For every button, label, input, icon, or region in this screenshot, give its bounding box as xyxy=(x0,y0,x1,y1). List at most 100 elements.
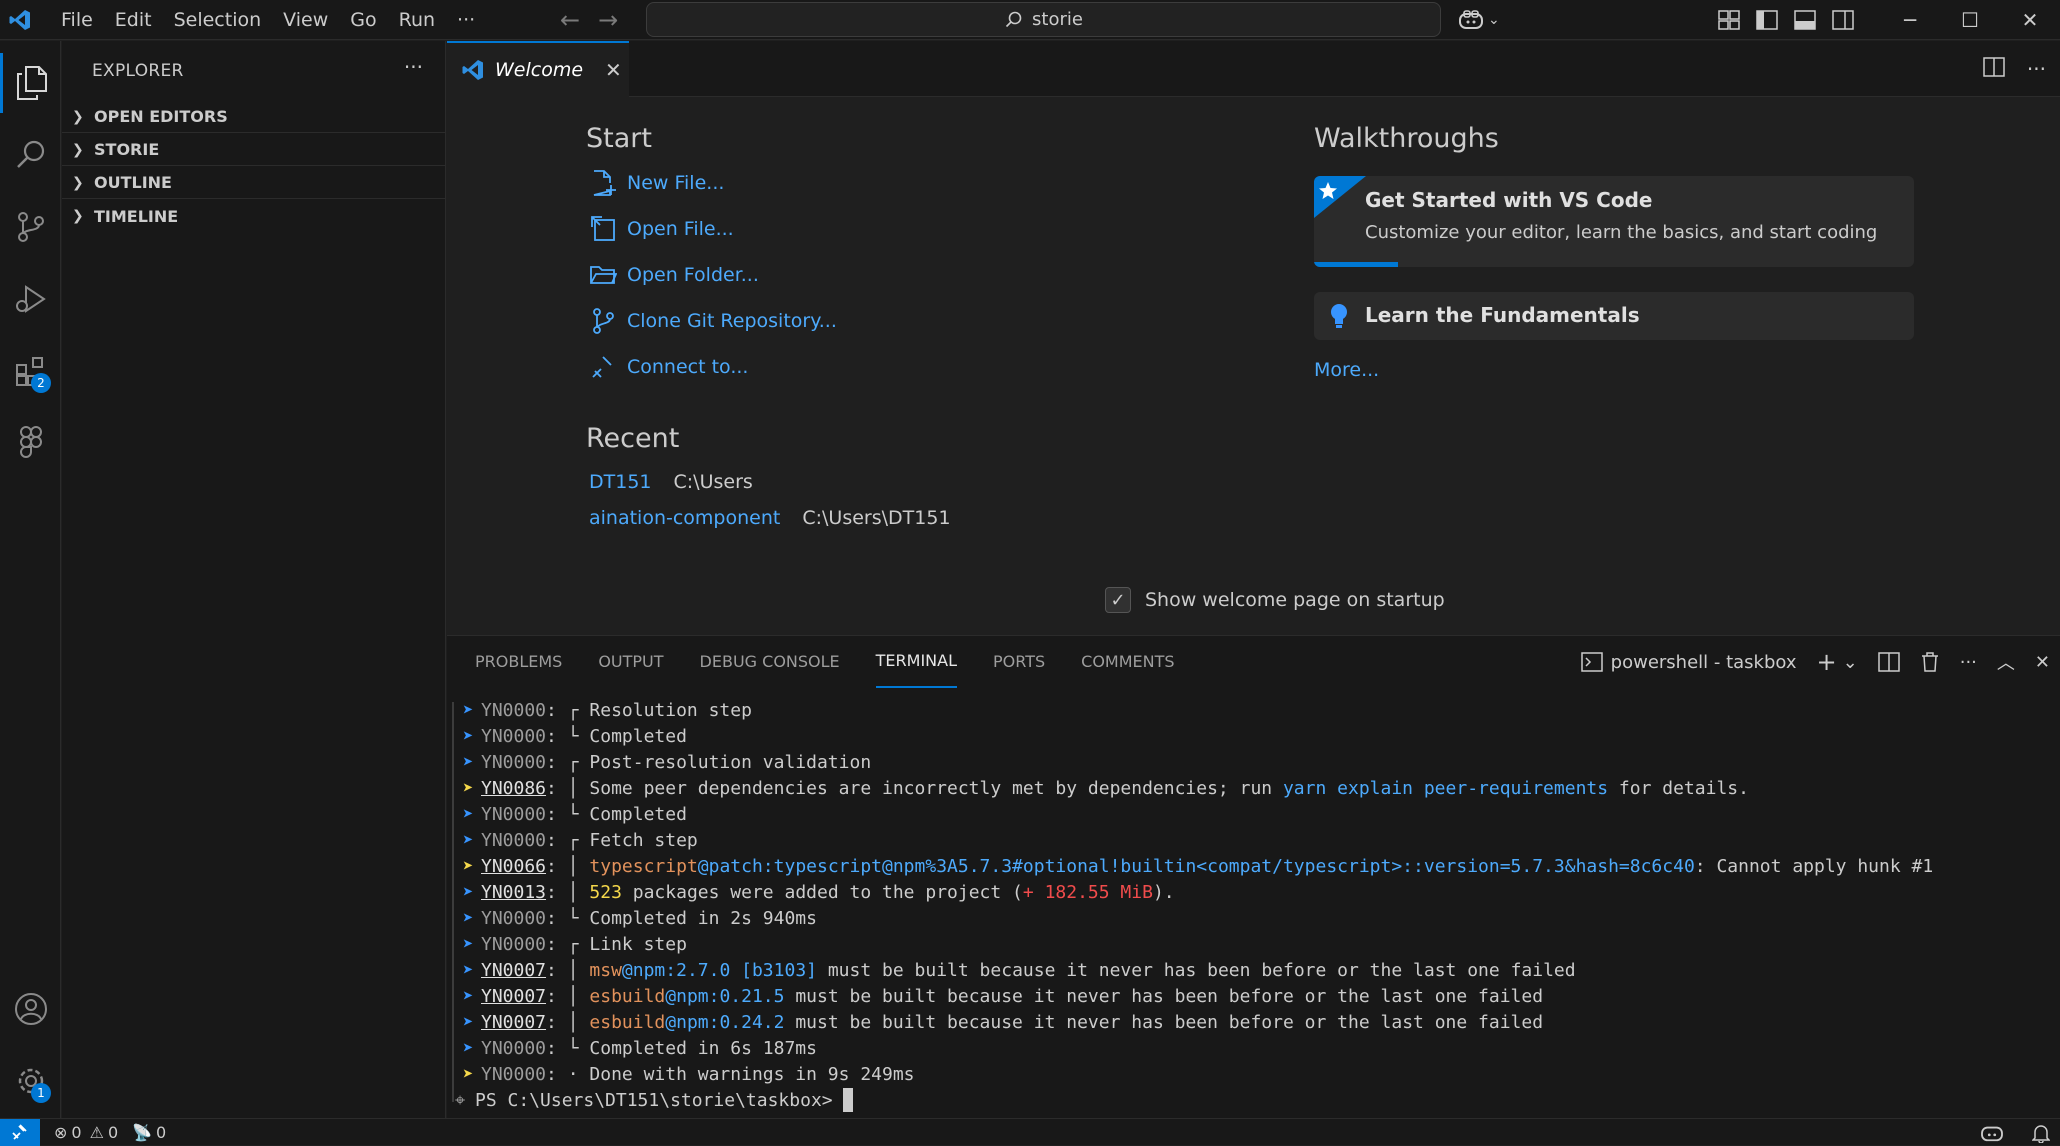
recent-name[interactable]: aination-component xyxy=(589,507,780,529)
walkthrough-fundamentals[interactable]: Learn the Fundamentals xyxy=(1314,292,1914,340)
run-debug-icon[interactable] xyxy=(0,269,61,329)
maximize-panel-icon[interactable]: ︿ xyxy=(1997,649,2015,675)
close-panel-icon[interactable]: ✕ xyxy=(2035,652,2050,673)
recent-item[interactable]: DT151 C:\Users xyxy=(589,471,753,493)
menu-go[interactable]: Go xyxy=(339,0,387,40)
toggle-panel-icon[interactable] xyxy=(1794,10,1816,30)
tab-welcome[interactable]: Welcome ✕ xyxy=(447,41,629,97)
menu-selection[interactable]: Selection xyxy=(163,0,273,40)
split-editor-icon[interactable] xyxy=(1983,57,2005,77)
back-arrow-icon[interactable]: ← xyxy=(560,6,580,34)
yarn-code[interactable]: YN0007 xyxy=(481,1010,546,1036)
command-center-search[interactable]: storie xyxy=(646,2,1441,37)
chevron-down-icon[interactable]: ⌄ xyxy=(1843,652,1858,673)
error-icon: ⊗ xyxy=(54,1122,68,1142)
broadcast-icon: 📡 xyxy=(132,1122,153,1142)
startup-label: Show welcome page on startup xyxy=(1145,589,1445,611)
section-open-editors[interactable]: ❯ OPEN EDITORS xyxy=(62,101,446,133)
connect-to-link[interactable]: Connect to... xyxy=(589,353,748,381)
remote-indicator[interactable] xyxy=(0,1118,40,1146)
walkthrough-get-started[interactable]: Get Started with VS Code Customize your … xyxy=(1314,176,1914,267)
toggle-primary-sidebar-icon[interactable] xyxy=(1756,10,1778,30)
nav-arrows: ← → xyxy=(560,0,618,40)
terminal-text: @npm:0.21.5 xyxy=(665,986,785,1007)
clone-git-link[interactable]: Clone Git Repository... xyxy=(589,307,837,335)
tab-ports[interactable]: PORTS xyxy=(993,636,1045,688)
terminal-prompt-line[interactable]: ⌖ PS C:\Users\DT151\storie\taskbox> xyxy=(455,1088,2055,1114)
prompt-arrow-icon: ➤ xyxy=(462,1064,474,1085)
more-walkthroughs-link[interactable]: More... xyxy=(1314,359,1379,381)
trash-icon[interactable] xyxy=(1920,651,1940,673)
yarn-code[interactable]: YN0066 xyxy=(481,854,546,880)
search-icon[interactable] xyxy=(0,125,61,185)
menu-file[interactable]: File xyxy=(50,0,104,40)
walkthrough-description: Customize your editor, learn the basics,… xyxy=(1365,222,1878,243)
close-window-icon[interactable]: ✕ xyxy=(2000,8,2060,32)
section-timeline[interactable]: ❯ TIMELINE xyxy=(62,200,446,232)
vscode-logo-icon xyxy=(4,0,36,40)
yarn-code[interactable]: YN0013 xyxy=(481,880,546,906)
copilot-icon[interactable] xyxy=(1980,1123,2004,1143)
new-file-icon xyxy=(593,170,616,196)
terminal-output[interactable]: ➤ YN0000: ┌ Resolution step ➤ YN0000: └ Com… xyxy=(455,698,2055,1118)
new-terminal-icon[interactable]: + xyxy=(1817,648,1837,676)
accounts-icon[interactable] xyxy=(0,979,61,1039)
tab-comments[interactable]: COMMENTS xyxy=(1081,636,1174,688)
manage-gear-icon[interactable]: 1 xyxy=(0,1051,61,1111)
more-actions-icon[interactable]: ··· xyxy=(1960,652,1977,673)
forward-arrow-icon[interactable]: → xyxy=(598,6,618,34)
menu-more[interactable]: ··· xyxy=(446,0,486,40)
source-control-icon[interactable] xyxy=(0,197,61,257)
terminal-icon xyxy=(1580,652,1603,672)
tab-output[interactable]: OUTPUT xyxy=(598,636,663,688)
menu-run[interactable]: Run xyxy=(388,0,446,40)
prompt-arrow-icon: ➤ xyxy=(462,804,474,825)
manage-badge: 1 xyxy=(31,1083,51,1103)
command-center-text: storie xyxy=(1032,9,1083,30)
extensions-icon[interactable]: 2 xyxy=(0,341,61,401)
split-terminal-icon[interactable] xyxy=(1877,652,1900,672)
open-folder-link[interactable]: Open Folder... xyxy=(589,261,759,289)
startup-checkbox[interactable]: ✓ xyxy=(1105,587,1131,613)
more-actions-icon[interactable]: ··· xyxy=(404,55,423,79)
toggle-secondary-sidebar-icon[interactable] xyxy=(1832,10,1854,30)
recent-name[interactable]: DT151 xyxy=(589,471,652,493)
more-actions-icon[interactable]: ··· xyxy=(2027,57,2046,81)
recent-item[interactable]: aination-component C:\Users\DT151 xyxy=(589,507,951,529)
maximize-icon[interactable]: ☐ xyxy=(1940,8,2000,32)
section-storie[interactable]: ❯ STORIE xyxy=(62,134,446,166)
terminal-text: for details. xyxy=(1608,778,1749,799)
bell-icon[interactable] xyxy=(2032,1123,2050,1143)
tab-debug-console[interactable]: DEBUG CONSOLE xyxy=(700,636,840,688)
section-outline[interactable]: ❯ OUTLINE xyxy=(62,167,446,199)
open-file-link[interactable]: Open File... xyxy=(589,215,734,243)
separator: : xyxy=(546,1038,568,1059)
tab-problems[interactable]: PROBLEMS xyxy=(475,636,562,688)
show-welcome-toggle[interactable]: ✓ Show welcome page on startup xyxy=(1105,587,1445,613)
prompt-arrow-icon: ➤ xyxy=(462,882,474,903)
terminal-line: ➤ YN0007: │ esbuild @npm:0.24.2 must be bu… xyxy=(455,1010,2055,1036)
recent-path: C:\Users xyxy=(673,471,753,493)
terminal-selector[interactable]: powershell - taskbox xyxy=(1580,652,1797,673)
yarn-code[interactable]: YN0086 xyxy=(481,776,546,802)
minimize-icon[interactable]: ─ xyxy=(1880,8,1940,32)
ports-indicator[interactable]: 📡 0 xyxy=(132,1123,166,1142)
section-label: STORIE xyxy=(94,140,160,159)
menu-edit[interactable]: Edit xyxy=(104,0,163,40)
explorer-icon[interactable] xyxy=(0,53,61,113)
terminal-text: yarn explain peer-requirements xyxy=(1282,778,1609,799)
close-icon[interactable]: ✕ xyxy=(605,58,622,82)
tab-terminal[interactable]: TERMINAL xyxy=(875,636,958,688)
customize-layout-icon[interactable] xyxy=(1718,10,1740,30)
new-file-link[interactable]: New File... xyxy=(589,169,724,197)
menu-view[interactable]: View xyxy=(272,0,339,40)
yarn-code[interactable]: YN0007 xyxy=(481,984,546,1010)
terminal-line: ➤ YN0000: └ Completed in 2s 940ms xyxy=(455,906,2055,932)
separator: : xyxy=(546,1012,568,1033)
walkthroughs-heading: Walkthroughs xyxy=(1314,123,1499,154)
problems-indicator[interactable]: ⊗ 0 ⚠ 0 xyxy=(54,1123,118,1142)
yarn-code[interactable]: YN0007 xyxy=(481,958,546,984)
copilot-menu[interactable]: ⌄ xyxy=(1458,6,1500,34)
separator: : xyxy=(546,960,568,981)
figma-extension-icon[interactable] xyxy=(0,413,61,473)
